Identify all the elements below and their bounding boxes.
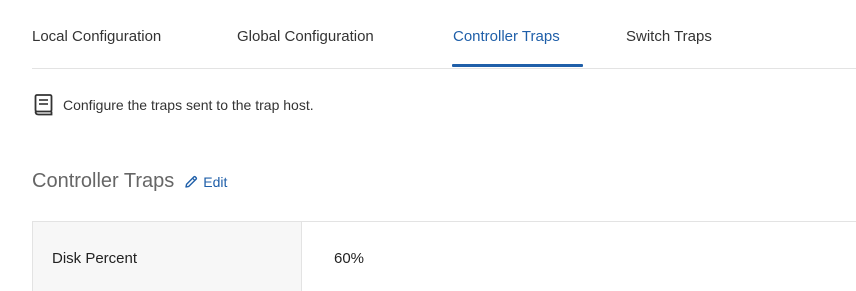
tab-switch-traps[interactable]: Switch Traps [626,28,712,45]
book-icon [33,93,55,117]
description-text: Configure the traps sent to the trap hos… [63,97,314,113]
tab-bar: Local Configuration Global Configuration… [32,0,856,69]
edit-label[interactable]: Edit [203,174,227,190]
tab-global-configuration[interactable]: Global Configuration [237,28,374,45]
row-value: 60% [334,250,365,267]
tab-controller-traps[interactable]: Controller Traps [453,28,560,45]
table-row: Disk Percent 60% [33,222,856,291]
page: Local Configuration Global Configuration… [0,0,856,291]
description: Configure the traps sent to the trap hos… [33,93,314,117]
row-label: Disk Percent [33,222,302,291]
edit-button[interactable]: Edit [184,174,227,190]
active-tab-indicator [452,64,583,67]
settings-table: Disk Percent 60% [32,221,856,291]
tab-local-configuration[interactable]: Local Configuration [32,28,161,45]
section-header: Controller Traps Edit [32,170,227,193]
pencil-icon [184,175,198,189]
section-title: Controller Traps [32,170,175,192]
